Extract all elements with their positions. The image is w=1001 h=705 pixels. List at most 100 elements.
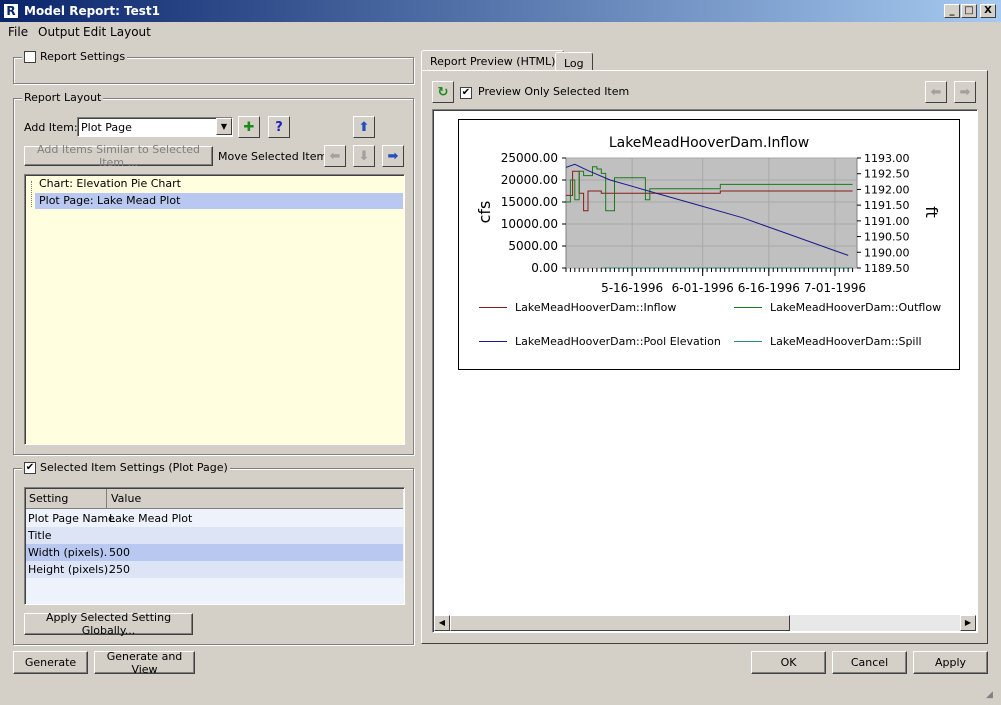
preview-back-button[interactable]: ⬅ bbox=[925, 81, 947, 103]
scroll-left-button[interactable]: ◀ bbox=[434, 615, 450, 631]
arrow-down-icon: ⬇ bbox=[358, 148, 370, 164]
column-divider bbox=[106, 489, 107, 508]
tree-guide bbox=[31, 181, 32, 207]
arrow-right-icon: ➡ bbox=[387, 148, 399, 164]
close-button[interactable]: X bbox=[980, 4, 996, 18]
legend-label: LakeMeadHooverDam::Pool Elevation bbox=[515, 335, 721, 348]
x-tick-label: 6-01-1996 bbox=[672, 281, 734, 295]
move-selected-label: Move Selected Item: bbox=[218, 150, 331, 163]
scroll-right-button[interactable]: ▶ bbox=[960, 615, 976, 631]
chart-frame: LakeMeadHooverDam.Inflow cfs ft 25000.00… bbox=[458, 119, 960, 370]
chart: LakeMeadHooverDam.Inflow cfs ft 25000.00… bbox=[475, 135, 941, 295]
move-down-button[interactable]: ⬇ bbox=[353, 145, 375, 167]
generate-button[interactable]: Generate bbox=[13, 651, 88, 674]
move-left-button[interactable]: ⬅ bbox=[324, 145, 346, 167]
y2-tick-label: 1191.00 bbox=[864, 215, 910, 228]
move-right-button[interactable]: ➡ bbox=[382, 145, 404, 167]
legend-label: LakeMeadHooverDam::Spill bbox=[770, 335, 922, 348]
settings-table[interactable]: Setting Value Plot Page Name Lake Mead P… bbox=[24, 487, 405, 605]
selected-item-settings-header: ✔ Selected Item Settings (Plot Page) bbox=[22, 461, 230, 474]
y-tick-label: 15000.00 bbox=[501, 195, 558, 209]
help-icon: ? bbox=[275, 119, 283, 135]
menu-file[interactable]: File bbox=[8, 25, 28, 39]
apply-button[interactable]: Apply bbox=[913, 651, 988, 674]
refresh-button[interactable]: ↻ bbox=[432, 81, 454, 103]
menu-output[interactable]: Output bbox=[38, 25, 80, 39]
legend-item-pool-elevation: LakeMeadHooverDam::Pool Elevation bbox=[479, 335, 721, 348]
tab-log[interactable]: Log bbox=[555, 52, 593, 71]
menu-edit-layout[interactable]: Edit Layout bbox=[83, 25, 151, 39]
help-button[interactable]: ? bbox=[268, 116, 290, 138]
add-item-select[interactable]: Plot Page ▼ bbox=[77, 117, 233, 137]
legend-item-outflow: LakeMeadHooverDam::Outflow bbox=[734, 301, 941, 314]
layout-tree[interactable]: Chart: Elevation Pie Chart Plot Page: La… bbox=[24, 174, 405, 445]
legend-swatch bbox=[479, 307, 507, 308]
y-tick-label: 10000.00 bbox=[501, 217, 558, 231]
window-title: Model Report: Test1 bbox=[24, 4, 161, 18]
report-layout-label: Report Layout bbox=[24, 91, 102, 104]
arrow-left-icon: ⬅ bbox=[329, 148, 341, 164]
column-header-setting[interactable]: Setting bbox=[29, 492, 68, 505]
setting-name: Title bbox=[28, 529, 52, 542]
table-row[interactable]: Width (pixels). 500 bbox=[26, 544, 403, 561]
resize-grip-icon[interactable]: ◢ bbox=[986, 690, 999, 703]
y2-tick-label: 1189.50 bbox=[864, 262, 910, 275]
setting-value[interactable]: 250 bbox=[109, 563, 130, 576]
y2-tick-label: 1190.00 bbox=[864, 246, 910, 259]
apply-globally-button[interactable]: Apply Selected Setting Globally... bbox=[24, 611, 193, 637]
report-layout-group: Report Layout Add Item: Plot Page ▼ ✚ ? … bbox=[13, 91, 414, 455]
column-header-value[interactable]: Value bbox=[111, 492, 141, 505]
y2-tick-label: 1192.00 bbox=[864, 183, 910, 196]
setting-name: Width (pixels). bbox=[28, 546, 108, 559]
legend-swatch bbox=[479, 341, 507, 342]
y-tick-label: 5000.00 bbox=[508, 239, 558, 253]
y2-axis-label: ft bbox=[922, 206, 941, 218]
setting-value[interactable]: Lake Mead Plot bbox=[109, 512, 192, 525]
legend-label: LakeMeadHooverDam::Inflow bbox=[515, 301, 677, 314]
add-item-button[interactable]: ✚ bbox=[238, 116, 260, 138]
tab-report-preview[interactable]: Report Preview (HTML) bbox=[421, 50, 565, 71]
setting-name: Plot Page Name bbox=[28, 512, 115, 525]
legend-swatch bbox=[734, 341, 762, 342]
report-settings-checkbox[interactable] bbox=[24, 50, 36, 63]
report-settings-label: Report Settings bbox=[40, 50, 126, 63]
generate-and-view-button[interactable]: Generate and View bbox=[94, 650, 195, 676]
plus-icon: ✚ bbox=[243, 119, 255, 135]
selected-item-settings-checkbox[interactable]: ✔ bbox=[24, 461, 36, 474]
table-row[interactable]: Plot Page Name Lake Mead Plot bbox=[26, 510, 403, 527]
x-tick-label: 6-16-1996 bbox=[738, 281, 800, 295]
minimize-button[interactable]: _ bbox=[944, 4, 960, 18]
add-similar-button[interactable]: Add Items Similar to Selected Item ... bbox=[24, 143, 213, 169]
y2-tick-label: 1190.50 bbox=[864, 231, 910, 244]
horizontal-scrollbar[interactable]: ◀ ▶ bbox=[434, 615, 976, 631]
preview-forward-button[interactable]: ➡ bbox=[954, 81, 976, 103]
scroll-thumb[interactable] bbox=[450, 615, 790, 631]
table-row[interactable]: Height (pixels). 250 bbox=[26, 561, 403, 578]
setting-value[interactable]: 500 bbox=[109, 546, 130, 559]
report-settings-group: Report Settings bbox=[13, 50, 414, 84]
cancel-button[interactable]: Cancel bbox=[832, 651, 907, 674]
add-item-label: Add Item: bbox=[24, 121, 78, 134]
chevron-down-icon[interactable]: ▼ bbox=[216, 118, 232, 135]
tree-item-elevation-pie-chart[interactable]: Chart: Elevation Pie Chart bbox=[35, 176, 185, 192]
preview-area[interactable]: LakeMeadHooverDam.Inflow cfs ft 25000.00… bbox=[432, 109, 978, 633]
y-tick-label: 25000.00 bbox=[501, 151, 558, 165]
arrow-right-icon: ➡ bbox=[959, 84, 971, 100]
tree-item-lake-mead-plot[interactable]: Plot Page: Lake Mead Plot bbox=[35, 193, 403, 209]
y2-tick-label: 1192.50 bbox=[864, 168, 910, 181]
y-axis-label: cfs bbox=[475, 201, 494, 224]
y-tick-label: 0.00 bbox=[531, 261, 558, 275]
move-top-button[interactable]: ⬆ bbox=[353, 116, 375, 138]
selected-item-settings-group: ✔ Selected Item Settings (Plot Page) Set… bbox=[13, 461, 414, 645]
legend-swatch bbox=[734, 307, 762, 308]
ok-button[interactable]: OK bbox=[751, 651, 826, 674]
x-tick-label: 5-16-1996 bbox=[601, 281, 663, 295]
selected-item-settings-label: Selected Item Settings (Plot Page) bbox=[40, 461, 228, 474]
maximize-button[interactable]: □ bbox=[961, 4, 977, 18]
preview-only-checkbox[interactable]: ✔ bbox=[460, 87, 472, 99]
y-tick-label: 20000.00 bbox=[501, 173, 558, 187]
table-row[interactable]: Title bbox=[26, 527, 403, 544]
settings-table-header: Setting Value bbox=[26, 489, 403, 509]
app-logo-icon: R bbox=[3, 3, 19, 19]
setting-name: Height (pixels). bbox=[28, 563, 112, 576]
